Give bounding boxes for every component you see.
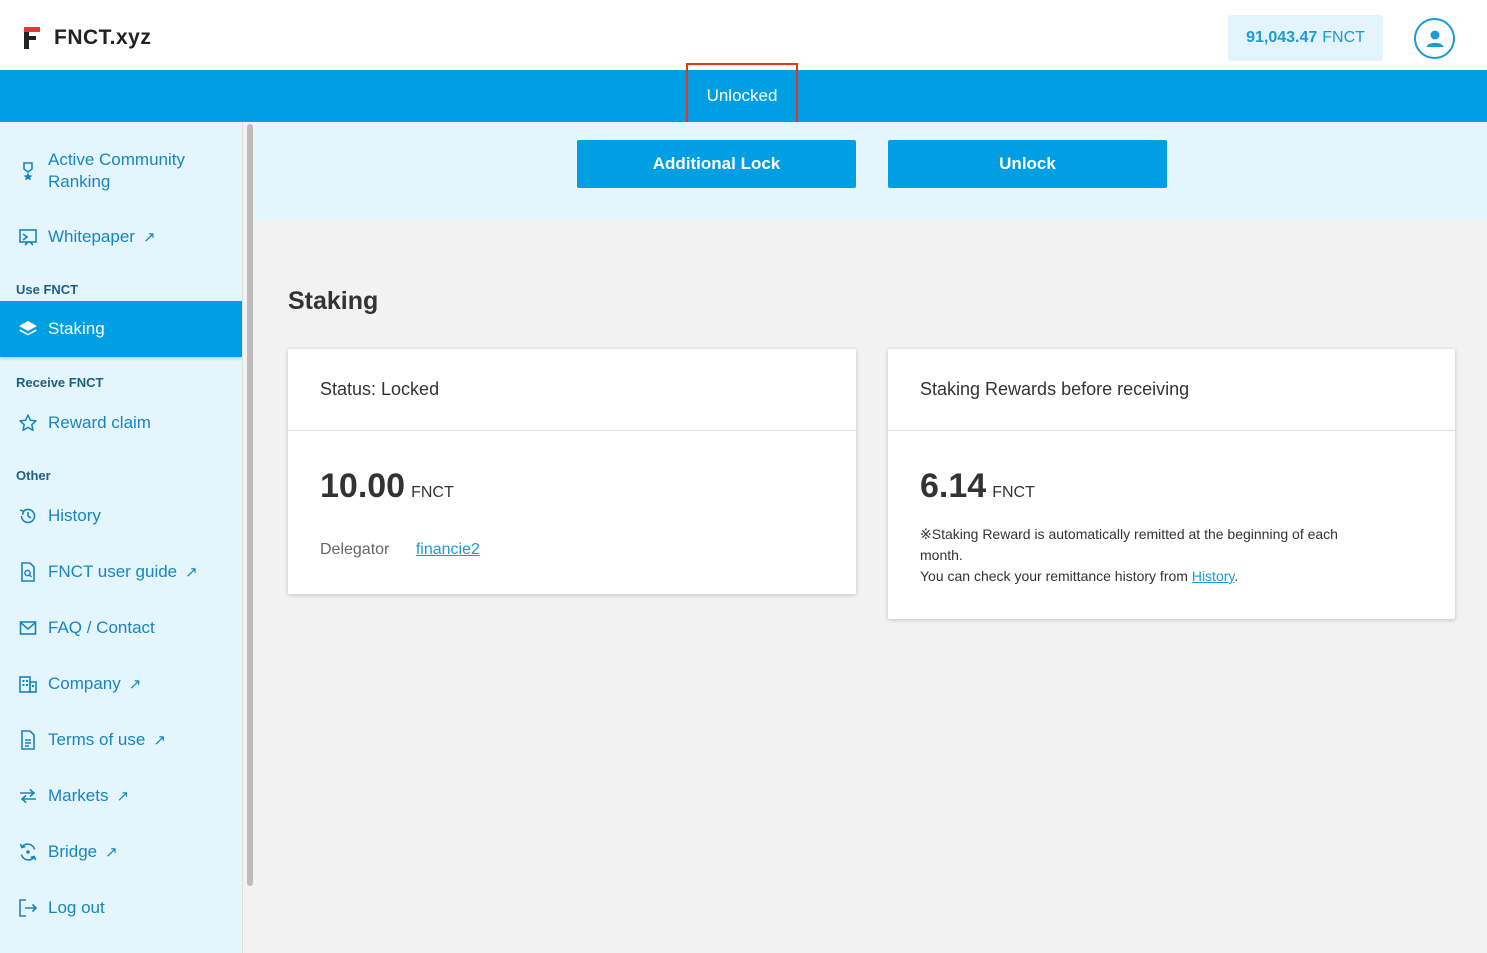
mail-icon: [18, 618, 38, 638]
sidebar-item-label: Markets: [48, 786, 109, 805]
guide-icon: [18, 562, 38, 582]
bridge-icon: [18, 842, 38, 862]
swap-icon: [18, 786, 38, 806]
reward-note-line: You can check your remittance history fr…: [920, 566, 1420, 587]
building-icon: [18, 674, 38, 694]
medal-icon: [18, 162, 38, 182]
delegator-link[interactable]: financie2: [416, 541, 480, 558]
sidebar-item-label: Active Community: [48, 150, 185, 169]
status-card: Status: Locked 10.00 FNCT Delegator fina…: [288, 349, 856, 594]
locked-amount-unit: FNCT: [411, 484, 454, 501]
sidebar-item-label: Bridge: [48, 842, 98, 861]
external-link-icon: ↗: [142, 229, 156, 246]
reward-note-text: You can check your remittance history fr…: [920, 568, 1192, 584]
history-link[interactable]: History: [1192, 568, 1235, 584]
external-link-icon: ↗: [128, 676, 142, 693]
sidebar-item-label: Log out: [48, 898, 105, 917]
sidebar-item-company[interactable]: Company ↗: [0, 673, 242, 695]
delegator-row: Delegator financie2: [320, 541, 480, 559]
logo[interactable]: FNCT.xyz: [24, 26, 151, 50]
additional-lock-button[interactable]: Additional Lock: [577, 140, 856, 188]
sidebar-item-fnct-user-guide[interactable]: FNCT user guide ↗: [0, 561, 242, 583]
rewards-card: Staking Rewards before receiving 6.14 FN…: [888, 349, 1455, 619]
locked-amount-value: 10.00: [320, 467, 406, 505]
locked-amount: 10.00 FNCT: [320, 467, 454, 506]
section-label-receive-fnct: Receive FNCT: [16, 375, 104, 390]
section-label-other: Other: [16, 468, 51, 483]
sidebar-item-label: Staking: [48, 319, 105, 338]
document-icon: [18, 730, 38, 750]
external-link-icon: ↗: [153, 732, 166, 749]
sidebar-item-label: FNCT user guide: [48, 562, 178, 581]
reward-amount-value: 6.14: [920, 467, 987, 505]
sidebar-item-active-community-ranking[interactable]: Active Community Ranking: [0, 148, 242, 196]
sidebar-item-whitepaper[interactable]: Whitepaper ↗: [0, 226, 242, 248]
star-icon: [18, 413, 38, 433]
reward-note-line: month.: [920, 547, 963, 563]
logo-text: FNCT.xyz: [54, 26, 152, 49]
layers-icon: [18, 319, 38, 339]
external-link-icon: ↗: [105, 844, 118, 861]
app-header: FNCT.xyz 91,043.47 FNCT: [0, 0, 1487, 70]
status-tab-bar: Unlocked: [0, 63, 1487, 129]
scrollbar-thumb[interactable]: [247, 124, 253, 886]
sidebar-item-reward-claim[interactable]: Reward claim: [0, 412, 242, 434]
external-link-icon: ↗: [116, 788, 130, 805]
sidebar-item-label: Company: [48, 674, 121, 693]
sidebar-item-bridge[interactable]: Bridge ↗: [0, 841, 242, 863]
sidebar-item-label: Reward claim: [48, 413, 151, 432]
external-link-icon: ↗: [185, 564, 198, 581]
status-card-heading: Status: Locked: [288, 349, 856, 431]
sidebar-item-label: Whitepaper: [48, 227, 135, 246]
page-title: Staking: [288, 287, 379, 315]
reward-note-text: .: [1234, 568, 1239, 584]
user-icon[interactable]: [1414, 18, 1455, 59]
rewards-card-heading: Staking Rewards before receiving: [888, 349, 1455, 431]
tab-unlocked[interactable]: Unlocked: [686, 63, 798, 129]
action-band: Additional Lock Unlock: [256, 122, 1487, 220]
sidebar-item-label: Ranking: [48, 172, 111, 191]
sidebar-item-markets[interactable]: Markets ↗: [0, 785, 242, 807]
unlock-button[interactable]: Unlock: [888, 140, 1167, 188]
reward-amount: 6.14 FNCT: [920, 467, 1035, 506]
sidebar-item-log-out[interactable]: Log out: [0, 897, 242, 919]
balance-badge: 91,043.47 FNCT: [1228, 15, 1383, 61]
sidebar-scrollbar[interactable]: [242, 122, 256, 953]
logout-icon: [18, 898, 38, 918]
balance-amount: 91,043.47: [1246, 29, 1318, 46]
sidebar: Active Community Ranking Whitepaper ↗ Use…: [0, 122, 242, 953]
section-label-use-fnct: Use FNCT: [16, 282, 79, 297]
reward-note-line: ※Staking Reward is automatically remitte…: [920, 526, 1338, 542]
sidebar-item-history[interactable]: History: [0, 505, 242, 527]
balance-unit: FNCT: [1322, 29, 1365, 46]
sidebar-item-label: History: [48, 506, 101, 525]
sidebar-item-label: FAQ / Contact: [48, 618, 155, 637]
logo-mark: [24, 27, 40, 49]
sidebar-item-staking[interactable]: Staking: [0, 301, 242, 357]
reward-note: ※Staking Reward is automatically remitte…: [920, 524, 1420, 587]
reward-amount-unit: FNCT: [992, 484, 1035, 501]
history-icon: [18, 506, 38, 526]
sidebar-item-label: Terms of use: [48, 730, 146, 749]
whitepaper-icon: [18, 227, 38, 247]
sidebar-item-terms-of-use[interactable]: Terms of use ↗: [0, 729, 242, 751]
sidebar-item-faq-contact[interactable]: FAQ / Contact: [0, 617, 242, 639]
delegator-label: Delegator: [320, 541, 390, 558]
